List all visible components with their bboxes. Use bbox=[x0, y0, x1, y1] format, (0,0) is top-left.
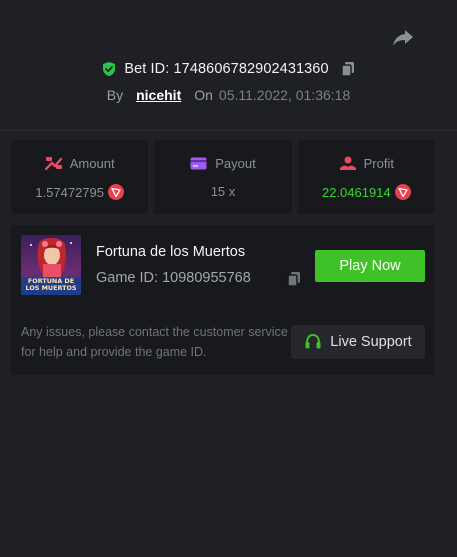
payout-card-icon bbox=[190, 155, 208, 171]
payout-label: Payout bbox=[215, 155, 256, 171]
profit-label: Profit bbox=[363, 155, 394, 171]
bet-id-value: 1748606782902431360 bbox=[173, 61, 329, 77]
headset-icon bbox=[304, 333, 322, 351]
tron-coin-icon bbox=[394, 184, 411, 200]
amount-value: 1.57472795 bbox=[35, 184, 104, 200]
stat-payout: Payout 15 x bbox=[154, 140, 292, 214]
game-card: FORTUNA DE LOS MUERTOS Fortuna de los Mu… bbox=[11, 225, 435, 375]
copy-bet-id-button[interactable] bbox=[340, 61, 356, 77]
header-divider bbox=[0, 130, 457, 131]
username-link[interactable]: nicehit bbox=[136, 87, 181, 103]
game-id-label: Game ID: bbox=[96, 270, 159, 286]
game-thumbnail[interactable]: FORTUNA DE LOS MUERTOS bbox=[21, 235, 81, 295]
by-label: By bbox=[106, 87, 124, 103]
payout-value: 15 x bbox=[210, 184, 236, 199]
profit-icon bbox=[339, 155, 357, 171]
amount-icon bbox=[44, 155, 63, 171]
game-thumbnail-logo-text: FORTUNA DE LOS MUERTOS bbox=[25, 277, 77, 293]
verified-shield-icon bbox=[101, 61, 117, 77]
copy-icon bbox=[287, 272, 300, 287]
stat-profit: Profit 22.0461914 bbox=[297, 140, 435, 214]
game-id-text: Game ID: 10980955768 bbox=[96, 270, 251, 286]
share-arrow-icon bbox=[393, 30, 413, 46]
tron-coin-icon bbox=[108, 184, 124, 200]
game-title: Fortuna de los Muertos bbox=[96, 244, 246, 260]
share-button[interactable] bbox=[390, 27, 416, 49]
bet-stats: Amount 1.57472795 Payout 15 x Profit 22.… bbox=[11, 140, 435, 214]
bet-id-text: Bet ID: 1748606782902431360 bbox=[124, 61, 328, 77]
copy-icon bbox=[340, 62, 354, 77]
play-now-button[interactable]: Play Now bbox=[315, 250, 425, 282]
live-support-button[interactable]: Live Support bbox=[291, 325, 425, 359]
bet-id-label: Bet ID: bbox=[124, 61, 170, 77]
profit-value: 22.0461914 bbox=[321, 184, 391, 200]
amount-label: Amount bbox=[69, 155, 115, 171]
copy-game-id-button[interactable] bbox=[286, 271, 302, 287]
on-label: On bbox=[194, 87, 213, 103]
bet-date: 05.11.2022, 01:36:18 bbox=[218, 87, 351, 103]
support-message: Any issues, please contact the customer … bbox=[21, 325, 288, 359]
stat-amount: Amount 1.57472795 bbox=[11, 140, 149, 214]
game-id-value: 10980955768 bbox=[162, 270, 251, 286]
bet-id-row: Bet ID: 1748606782902431360 bbox=[0, 58, 457, 80]
bet-author-row: By nicehit On 05.11.2022, 01:36:18 bbox=[0, 84, 457, 106]
live-support-label: Live Support bbox=[330, 334, 412, 350]
